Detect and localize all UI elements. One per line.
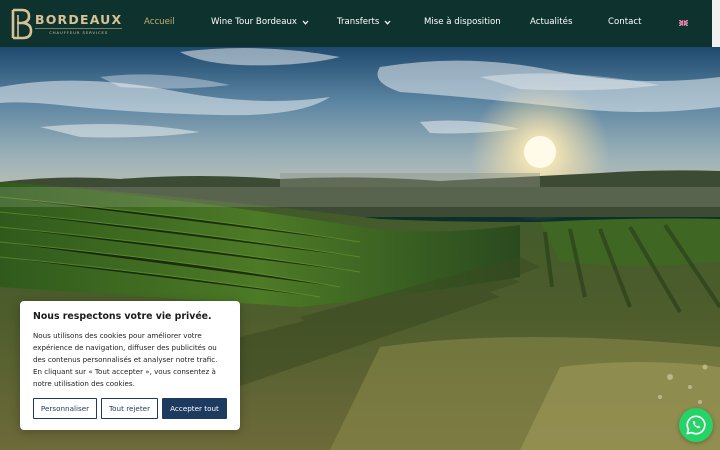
nav-contact[interactable]: Contact	[608, 17, 641, 27]
nav-home[interactable]: Accueil	[144, 17, 175, 27]
whatsapp-button[interactable]	[679, 408, 713, 442]
nav-contact-label: Contact	[608, 17, 642, 27]
bordeaux-b-logo-icon	[11, 8, 33, 40]
scrollbar-track[interactable]	[712, 0, 720, 47]
reject-all-button[interactable]: Tout rejeter	[101, 398, 158, 419]
nav-disposal-label: Mise à disposition	[424, 17, 501, 27]
site-header: BORDEAUX CHAUFFEUR SERVICES Accueil Wine…	[0, 0, 712, 47]
nav-transfers[interactable]: Transferts	[337, 17, 391, 27]
nav-home-label: Accueil	[144, 17, 175, 27]
nav-disposal[interactable]: Mise à disposition	[424, 17, 501, 27]
whatsapp-icon	[686, 415, 706, 435]
accept-all-button[interactable]: Accepter tout	[162, 398, 227, 419]
brand-subtitle: CHAUFFEUR SERVICES	[35, 27, 123, 36]
cookie-consent-banner: Nous respectons votre vie privée. Nous u…	[20, 301, 240, 430]
customize-button[interactable]: Personnaliser	[33, 398, 97, 419]
cookie-title: Nous respectons votre vie privée.	[33, 311, 212, 322]
nav-news[interactable]: Actualités	[530, 17, 572, 27]
chevron-down-icon	[384, 20, 391, 25]
nav-wine-tour[interactable]: Wine Tour Bordeaux	[211, 17, 309, 27]
brand-title: BORDEAUX	[35, 11, 123, 27]
uk-flag-icon[interactable]	[679, 20, 688, 26]
chevron-down-icon	[302, 20, 309, 25]
cookie-buttons: Personnaliser Tout rejeter Accepter tout	[33, 398, 227, 419]
cookie-text: Nous utilisons des cookies pour améliore…	[33, 331, 218, 388]
nav-news-label: Actualités	[530, 17, 573, 27]
nav-transfers-label: Transferts	[337, 17, 380, 27]
nav-wine-tour-label: Wine Tour Bordeaux	[211, 17, 297, 27]
brand-logo[interactable]: BORDEAUX CHAUFFEUR SERVICES	[11, 8, 123, 40]
